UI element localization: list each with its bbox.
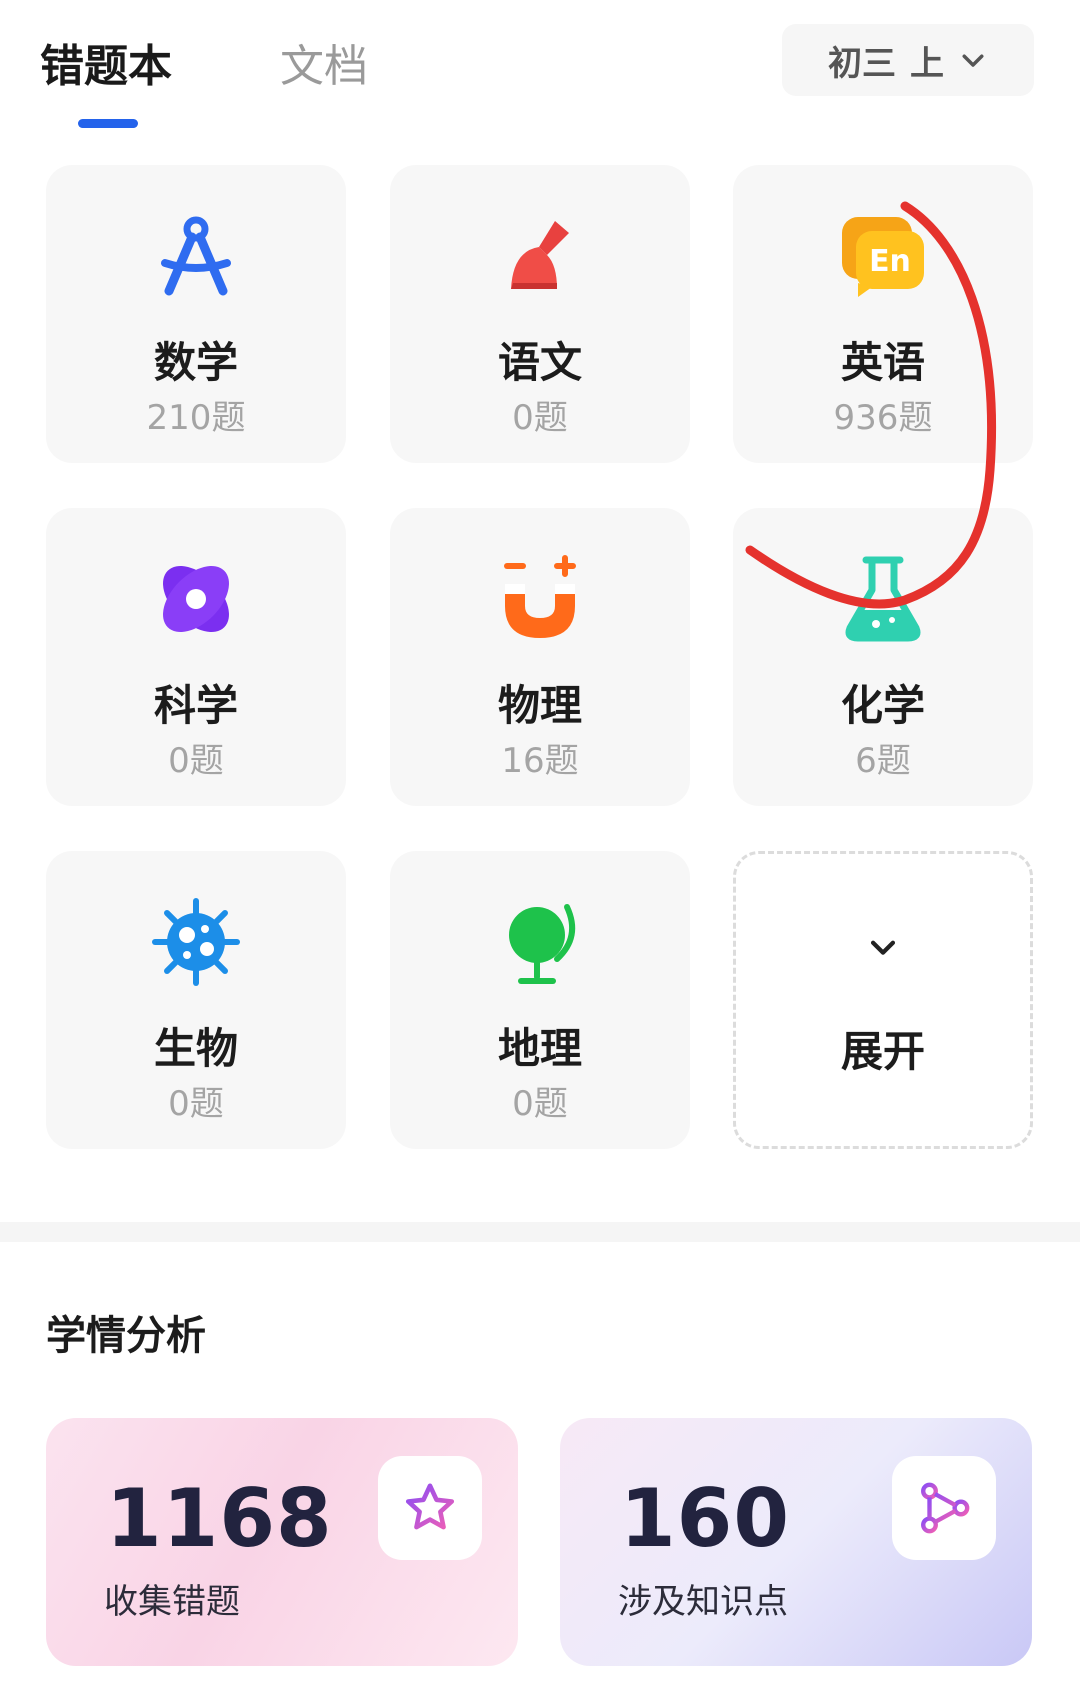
subject-count: 0题 xyxy=(168,741,224,781)
analysis-title: 学情分析 xyxy=(46,1313,206,1359)
subject-name: 科学 xyxy=(153,681,238,730)
stat-label: 涉及知识点 xyxy=(618,1582,788,1622)
subject-card-chemistry[interactable]: 化学 6题 xyxy=(733,508,1033,806)
tab-documents[interactable]: 文档 xyxy=(280,30,368,94)
flask-icon xyxy=(838,554,928,644)
subject-count: 0题 xyxy=(168,1084,224,1124)
subject-name: 物理 xyxy=(497,681,582,730)
stat-value: 160 xyxy=(620,1472,790,1565)
network-icon xyxy=(892,1456,996,1560)
section-divider xyxy=(0,1222,1080,1242)
star-icon xyxy=(378,1456,482,1560)
subject-name: 生物 xyxy=(153,1024,238,1073)
subject-card-chinese[interactable]: 语文 0题 xyxy=(390,165,690,463)
subject-count: 210题 xyxy=(146,398,246,438)
svg-text:En: En xyxy=(869,244,911,279)
grade-selector[interactable]: 初三 上 xyxy=(782,24,1034,96)
subject-card-geography[interactable]: 地理 0题 xyxy=(390,851,690,1149)
subject-name: 地理 xyxy=(497,1024,582,1073)
subject-card-biology[interactable]: 生物 0题 xyxy=(46,851,346,1149)
compass-icon xyxy=(151,211,241,301)
subject-count: 16题 xyxy=(501,741,579,781)
subject-name: 化学 xyxy=(840,681,925,730)
subject-count: 0题 xyxy=(512,1084,568,1124)
subject-card-english[interactable]: En 英语 936题 xyxy=(733,165,1033,463)
subject-count: 0题 xyxy=(512,398,568,438)
grade-term: 上 xyxy=(910,43,944,84)
virus-icon xyxy=(151,897,241,987)
subject-name: 英语 xyxy=(840,338,925,387)
atom-icon xyxy=(151,554,241,644)
grade-level: 初三 xyxy=(828,43,896,84)
subject-card-science[interactable]: 科学 0题 xyxy=(46,508,346,806)
globe-icon xyxy=(495,897,585,987)
active-tab-indicator xyxy=(78,119,138,128)
subject-name: 语文 xyxy=(497,338,582,387)
stat-value: 1168 xyxy=(106,1472,333,1565)
chevron-down-icon xyxy=(962,54,984,67)
english-bubble-icon: En xyxy=(838,211,928,301)
chevron-down-icon xyxy=(866,930,900,964)
expand-button[interactable]: 展开 xyxy=(733,851,1033,1149)
expand-label: 展开 xyxy=(840,1027,925,1076)
tab-mistake-book[interactable]: 错题本 xyxy=(40,30,172,94)
brush-icon xyxy=(495,211,585,301)
stat-label: 收集错题 xyxy=(104,1582,240,1622)
subject-count: 6题 xyxy=(855,741,911,781)
stat-card-knowledge-points[interactable]: 160 涉及知识点 xyxy=(560,1418,1032,1666)
subject-count: 936题 xyxy=(833,398,933,438)
subject-name: 数学 xyxy=(153,338,238,387)
subject-card-math[interactable]: 数学 210题 xyxy=(46,165,346,463)
magnet-icon xyxy=(495,554,585,644)
subject-card-physics[interactable]: 物理 16题 xyxy=(390,508,690,806)
stat-card-mistakes[interactable]: 1168 收集错题 xyxy=(46,1418,518,1666)
